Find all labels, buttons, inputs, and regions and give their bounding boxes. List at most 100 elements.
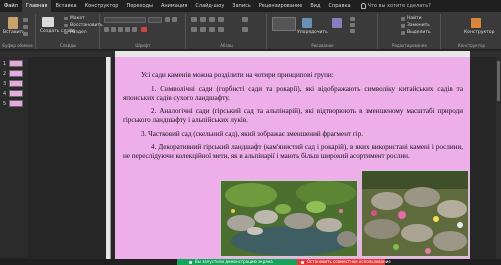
cut-icon[interactable] [23,18,28,22]
thumbnail-number: 5 [3,100,7,107]
shape-fill-icon[interactable] [350,17,355,21]
slides-group: Создать слайд Макет Восстановить Раздел … [37,14,103,49]
menu-record[interactable]: Запись [228,0,254,12]
scrollbar-thumb[interactable] [497,61,500,101]
font-name-box[interactable] [104,17,146,23]
layout-icon [64,17,68,20]
tell-me-text: Что вы хотите сделать? [367,3,431,9]
select-button[interactable]: Выделить [407,30,431,35]
ribbon: Вставить Буфер обмена Создать слайд Маке… [0,12,501,50]
menu-home[interactable]: Главная [21,0,52,12]
slides-label: Слайды [59,43,77,48]
font-label: Шрифт [135,43,151,48]
screen-share-text: Вы запустили демонстрацию экрана [195,259,273,264]
format-painter-icon[interactable] [23,32,28,36]
editing-label: Редактирование [392,43,427,48]
smartart-icon[interactable] [242,27,248,32]
shape-outline-icon[interactable] [350,23,355,27]
shape-effects-icon[interactable] [350,29,355,33]
thumbnail-row[interactable]: 2 [3,70,23,77]
increase-indent-icon[interactable] [218,17,224,22]
slide-thumbnail[interactable] [9,100,23,107]
menu-insert[interactable]: Вставка [51,0,80,12]
copy-icon[interactable] [23,25,28,29]
grow-font-icon[interactable] [165,17,170,22]
italic-icon[interactable] [111,27,116,32]
design-ideas-button[interactable]: Конструктор [464,30,494,35]
thumbnail-number: 1 [3,60,7,67]
reset-button[interactable]: Восстановить [70,23,103,28]
strikethrough-icon[interactable] [125,27,130,32]
sharing-indicator-icon [189,260,192,264]
paste-button[interactable]: Вставить [3,30,25,35]
menu-design[interactable]: Конструктор [81,0,123,12]
thumbnail-number: 2 [3,70,7,77]
vertical-ruler [106,57,111,260]
font-color-icon[interactable] [141,27,147,32]
clipboard-group: Вставить Буфер обмена [0,14,36,49]
thumbnail-row[interactable]: 4 [3,90,23,97]
text-direction-icon[interactable] [242,17,248,22]
stop-icon [301,260,304,264]
bold-icon[interactable] [104,27,109,32]
slide-text-intro[interactable]: Усі сади каменів можна розділити на чоти… [141,71,441,80]
menu-help[interactable]: Справка [325,0,355,12]
slide-thumbnail[interactable] [9,80,23,87]
new-slide-icon [42,17,54,27]
screen-share-notice: Вы запустили демонстрацию экрана [177,259,297,265]
slide-thumbnails-pane: 1 2 3 4 5 [0,57,28,257]
arrange-button[interactable]: Упорядочить [297,30,328,35]
slide-text-item-4[interactable]: 4. Декоративний гірський ландшафт (кам'я… [123,143,463,162]
thumbnail-row[interactable]: 3 [3,80,23,87]
find-button[interactable]: Найти [407,16,422,21]
section-button[interactable]: Раздел [70,30,87,35]
quick-styles-icon[interactable] [332,18,342,28]
paste-icon [8,17,18,29]
slide-thumbnail[interactable] [9,90,23,97]
slide-thumbnail[interactable] [9,70,23,77]
menu-transitions[interactable]: Переходы [122,0,157,12]
bullets-icon[interactable] [191,17,197,22]
align-center-icon[interactable] [200,27,206,32]
menu-animations[interactable]: Анимация [157,0,191,12]
reset-icon [64,24,68,27]
alpine-rockery-photo[interactable] [361,170,469,257]
underline-icon[interactable] [118,27,123,32]
shrink-font-icon[interactable] [172,17,177,22]
font-group: Шрифт [101,14,186,49]
align-left-icon[interactable] [191,27,197,32]
stop-sharing-button[interactable]: Остановить совместное использование [297,259,391,265]
vertical-scrollbar[interactable] [496,57,501,259]
slide-text-item-3[interactable]: 3. Частковий сад (скельний сад), який зо… [141,130,461,139]
thumbnail-row[interactable]: 5 [3,100,23,107]
font-size-box[interactable] [148,17,162,23]
menu-review[interactable]: Рецензирование [255,0,307,12]
replace-button[interactable]: Заменить [407,23,430,28]
thumbnail-row[interactable]: 1 [3,60,23,67]
slide-canvas[interactable]: Усі сади каменів можна розділити на чоти… [115,57,470,259]
menu-file[interactable]: Файл [0,0,22,12]
justify-icon[interactable] [218,27,224,32]
menu-bar: Файл Главная Вставка Конструктор Переход… [0,0,501,12]
shadow-icon[interactable] [132,27,137,32]
slide-thumbnail[interactable] [9,60,23,67]
align-right-icon[interactable] [209,27,215,32]
slide-text-item-2[interactable]: 2. Аналогічні сади (гірський сад та альп… [123,107,463,126]
tell-me-search[interactable]: Что вы хотите сделать? [355,3,431,9]
menu-slideshow[interactable]: Слайд-шоу [191,0,228,12]
paragraph-label: Абзац [220,43,233,48]
menu-view[interactable]: Вид [306,0,324,12]
layout-button[interactable]: Макет [70,16,85,21]
replace-icon [401,24,405,28]
thumbnail-number: 3 [3,80,7,87]
stop-sharing-text: Остановить совместное использование [307,259,391,264]
numbering-icon[interactable] [200,17,206,22]
rock-garden-photo[interactable] [220,180,358,257]
status-bar: Вы запустили демонстрацию экрана Останов… [0,259,501,265]
designer-label: Конструктор [457,43,486,48]
shapes-gallery[interactable] [272,17,296,31]
thumbnail-number: 4 [3,90,7,97]
slide-text-item-1[interactable]: 1. Символічні сади (горбисті сади та рок… [123,85,463,104]
paragraph-group: Абзац [187,14,267,49]
decrease-indent-icon[interactable] [209,17,215,22]
